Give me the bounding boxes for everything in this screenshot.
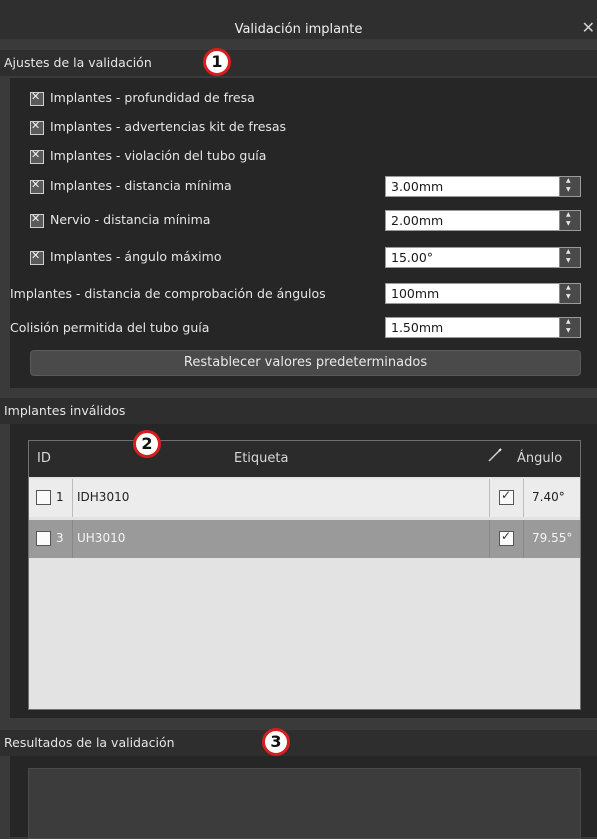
table-row[interactable]: 1 IDH3010 7.40° [29,479,580,517]
column-divider [523,479,524,517]
row-label: UH3010 [77,531,126,545]
check-label: Nervio - distancia mínima [50,212,211,227]
spinner-arrows-icon[interactable] [559,248,580,267]
guide-tube-collision-label: Colisión permitida del tubo guía [10,320,210,335]
row-angle: 79.55° [532,531,573,545]
window-title: Validación implante [234,22,363,37]
row-edit-checkbox[interactable] [499,488,514,505]
col-angle[interactable]: Ángulo [517,451,562,466]
checkbox[interactable] [30,212,44,228]
results-box [28,768,581,839]
table-header: ID Etiqueta Ángulo [29,441,580,477]
check-label: Implantes - ángulo máximo [50,249,222,264]
checkbox[interactable] [30,178,44,194]
row-checkbox[interactable] [36,490,51,505]
column-divider [72,520,73,558]
invalid-implants-header: Implantes inválidos [0,398,597,424]
annotation-badge-1: 1 [203,48,231,76]
spinner-arrows-icon[interactable] [559,177,580,196]
guide-tube-collision-spinbox[interactable]: 1.50mm [385,317,581,338]
check-label: Implantes - advertencias kit de fresas [50,119,287,134]
angle-check-distance-label: Implantes - distancia de comprobación de… [10,286,326,301]
annotation-badge-3: 3 [262,728,290,756]
spin-value: 100mm [391,286,440,301]
settings-header-label: Ajustes de la validación [4,55,152,70]
nerve-distance-spinbox[interactable]: 2.00mm [385,210,581,231]
settings-header: Ajustes de la validación [0,50,597,76]
spin-value: 2.00mm [391,213,444,228]
column-divider [523,520,524,558]
row-edit-checkbox[interactable] [499,529,514,546]
row-id: 1 [56,490,64,504]
spinner-arrows-icon[interactable] [559,284,580,303]
pencil-icon[interactable] [487,447,503,467]
check-label: Implantes - profundidad de fresa [50,90,255,105]
checkbox[interactable] [30,249,44,265]
spin-value: 3.00mm [391,179,444,194]
min-distance-spinbox[interactable]: 3.00mm [385,176,581,197]
row-id: 3 [56,531,64,545]
column-divider [489,520,490,558]
row-label: IDH3010 [77,490,130,504]
checkbox[interactable] [30,90,44,106]
col-label[interactable]: Etiqueta [234,451,288,466]
checkbox[interactable] [30,148,44,164]
column-divider [72,479,73,517]
row-checkbox[interactable] [36,531,51,546]
spinner-arrows-icon[interactable] [559,211,580,230]
invalid-implants-header-label: Implantes inválidos [4,403,126,418]
results-panel [10,756,597,839]
checkbox[interactable] [30,119,44,135]
close-icon[interactable]: ✕ [582,18,595,37]
spin-value: 1.50mm [391,320,444,335]
check-label: Implantes - distancia mínima [50,178,232,193]
angle-check-distance-spinbox[interactable]: 100mm [385,283,581,304]
annotation-badge-2: 2 [133,430,161,458]
table-row-selected[interactable]: 3 UH3010 79.55° [29,520,580,558]
results-header: Resultados de la validación [0,730,597,756]
results-header-label: Resultados de la validación [4,735,175,750]
spin-value: 15.00° [391,250,434,265]
col-id[interactable]: ID [37,451,51,466]
spinner-arrows-icon[interactable] [559,318,580,337]
row-angle: 7.40° [532,490,565,504]
column-divider [489,479,490,517]
reset-defaults-button[interactable]: Restablecer valores predeterminados [30,350,581,376]
max-angle-spinbox[interactable]: 15.00° [385,247,581,268]
check-label: Implantes - violación del tubo guía [50,148,267,163]
